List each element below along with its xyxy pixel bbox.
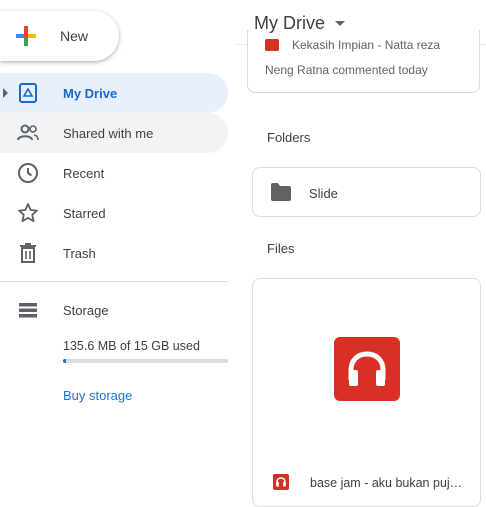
expand-caret-icon[interactable] xyxy=(3,88,8,98)
sidebar-item-label: Recent xyxy=(63,166,105,181)
folder-icon xyxy=(271,183,291,201)
sidebar-divider xyxy=(0,281,228,282)
storage-label: Storage xyxy=(63,303,109,318)
audio-file-icon xyxy=(273,474,289,490)
star-icon xyxy=(18,203,38,223)
clock-icon xyxy=(18,163,38,183)
folder-item[interactable]: Slide xyxy=(252,167,481,217)
buy-storage-link[interactable]: Buy storage xyxy=(63,388,132,403)
folders-heading: Folders xyxy=(267,130,311,145)
storage-used-text: 135.6 MB of 15 GB used xyxy=(63,339,200,353)
sidebar-item-recent[interactable]: Recent xyxy=(0,153,228,193)
file-item[interactable]: base jam - aku bukan puj… xyxy=(252,278,481,507)
new-button-label: New xyxy=(60,28,89,44)
storage-bar xyxy=(63,359,228,363)
page-title-text: My Drive xyxy=(254,13,325,33)
files-heading: Files xyxy=(267,241,295,256)
sidebar-item-label: My Drive xyxy=(63,86,118,101)
activity-comment: Neng Ratna commented today xyxy=(265,63,428,77)
folder-name: Slide xyxy=(309,186,338,201)
sidebar-item-my-drive[interactable]: My Drive xyxy=(0,73,228,113)
plus-icon xyxy=(16,26,36,46)
file-name: base jam - aku bukan puj… xyxy=(310,476,463,490)
audio-file-thumbnail xyxy=(334,337,400,401)
headphones-icon xyxy=(348,351,386,386)
activity-card[interactable]: Kekasih Impian - Natta reza Neng Ratna c… xyxy=(247,30,480,93)
sidebar: New My Drive Shared with me Recent Starr… xyxy=(0,0,236,507)
sidebar-item-label: Shared with me xyxy=(63,126,154,141)
chevron-down-icon xyxy=(335,21,345,26)
storage-icon xyxy=(19,303,37,318)
document-icon xyxy=(265,39,279,51)
storage-bar-fill xyxy=(63,359,67,363)
sidebar-item-shared[interactable]: Shared with me xyxy=(0,113,228,153)
my-drive-icon xyxy=(19,83,37,103)
activity-doc-title: Kekasih Impian - Natta reza xyxy=(292,38,441,52)
trash-icon xyxy=(20,243,36,263)
page-title[interactable]: My Drive xyxy=(254,13,345,34)
sidebar-item-label: Starred xyxy=(63,206,106,221)
sidebar-item-label: Trash xyxy=(63,246,96,261)
sidebar-item-starred[interactable]: Starred xyxy=(0,193,228,233)
new-button[interactable]: New xyxy=(0,11,119,61)
shared-icon xyxy=(17,124,39,141)
sidebar-item-trash[interactable]: Trash xyxy=(0,233,228,273)
